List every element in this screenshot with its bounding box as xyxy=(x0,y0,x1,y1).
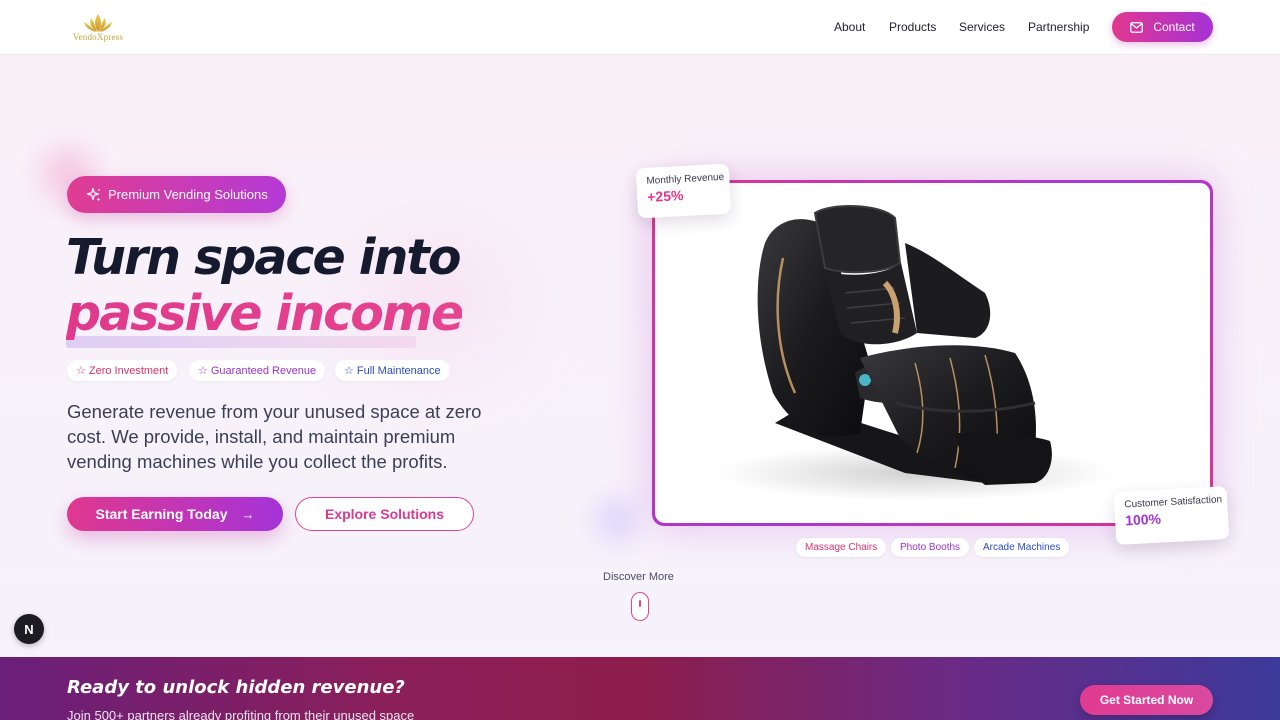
feature-pill-label: Full Maintenance xyxy=(356,364,441,377)
mail-icon xyxy=(1130,21,1144,33)
tag-massage-chairs[interactable]: Massage Chairs xyxy=(796,538,887,557)
brand-logo[interactable]: VendoXpress xyxy=(67,12,129,44)
product-image-area xyxy=(655,183,1210,523)
cta-banner: Ready to unlock hidden revenue? Join 500… xyxy=(0,657,1280,720)
contact-button[interactable]: Contact xyxy=(1112,12,1213,42)
get-started-button[interactable]: Get Started Now xyxy=(1080,685,1213,715)
hero-headline-line2: passive income xyxy=(66,285,464,342)
site-header: VendoXpress About Products Services Part… xyxy=(0,0,1280,55)
discover-more-label: Discover More xyxy=(603,571,674,583)
star-icon: ☆ xyxy=(344,365,354,377)
explore-solutions-label: Explore Solutions xyxy=(324,506,444,522)
massage-chair-image xyxy=(715,205,1115,501)
dev-tools-badge[interactable]: N xyxy=(14,614,44,644)
start-earning-label: Start Earning Today xyxy=(95,506,228,522)
tag-photo-booths[interactable]: Photo Booths xyxy=(891,538,970,557)
feature-pill-label: Zero Investment xyxy=(88,364,169,377)
decorative-blob-violet xyxy=(596,500,636,540)
nav-partnership[interactable]: Partnership xyxy=(1028,20,1089,34)
logo-wordmark: VendoXpress xyxy=(72,32,124,42)
feature-pill-guaranteed-revenue: ☆ Guaranteed Revenue xyxy=(189,360,326,381)
lotus-logo-icon xyxy=(84,14,112,32)
hero-headline-line1: Turn space into xyxy=(66,229,462,286)
star-icon: ☆ xyxy=(198,365,208,377)
hero-badge-label: Premium Vending Solutions xyxy=(108,187,268,202)
start-earning-button[interactable]: Start Earning Today → xyxy=(67,497,283,531)
customer-satisfaction-card: Customer Satisfaction 100% xyxy=(1113,486,1230,545)
star-icon: ☆ xyxy=(76,365,86,377)
monthly-revenue-card: Monthly Revenue +25% xyxy=(635,163,732,219)
product-showcase-frame xyxy=(652,180,1213,526)
cta-title: Ready to unlock hidden revenue? xyxy=(67,677,405,698)
contact-button-label: Contact xyxy=(1153,20,1195,34)
nav-products[interactable]: Products xyxy=(889,20,936,34)
cta-subtitle: Join 500+ partners already profiting fro… xyxy=(67,708,415,720)
scroll-mouse-icon[interactable] xyxy=(631,592,649,621)
tag-arcade-machines[interactable]: Arcade Machines xyxy=(974,538,1070,557)
mouse-wheel xyxy=(639,600,641,607)
feature-pill-full-maintenance: ☆ Full Maintenance xyxy=(335,360,450,381)
feature-pill-zero-investment: ☆ Zero Investment xyxy=(67,360,178,381)
hero-description: Generate revenue from your unused space … xyxy=(67,401,482,472)
hero-badge: Premium Vending Solutions xyxy=(67,176,286,213)
nav-about[interactable]: About xyxy=(834,20,865,34)
nav-services[interactable]: Services xyxy=(959,20,1005,34)
feature-pill-label: Guaranteed Revenue xyxy=(210,364,317,377)
monthly-revenue-value: +25% xyxy=(646,187,684,205)
sparkle-icon xyxy=(86,187,101,201)
customer-satisfaction-value: 100% xyxy=(1124,510,1162,529)
explore-solutions-button[interactable]: Explore Solutions xyxy=(295,497,474,531)
arrow-right-icon: → xyxy=(241,506,255,522)
